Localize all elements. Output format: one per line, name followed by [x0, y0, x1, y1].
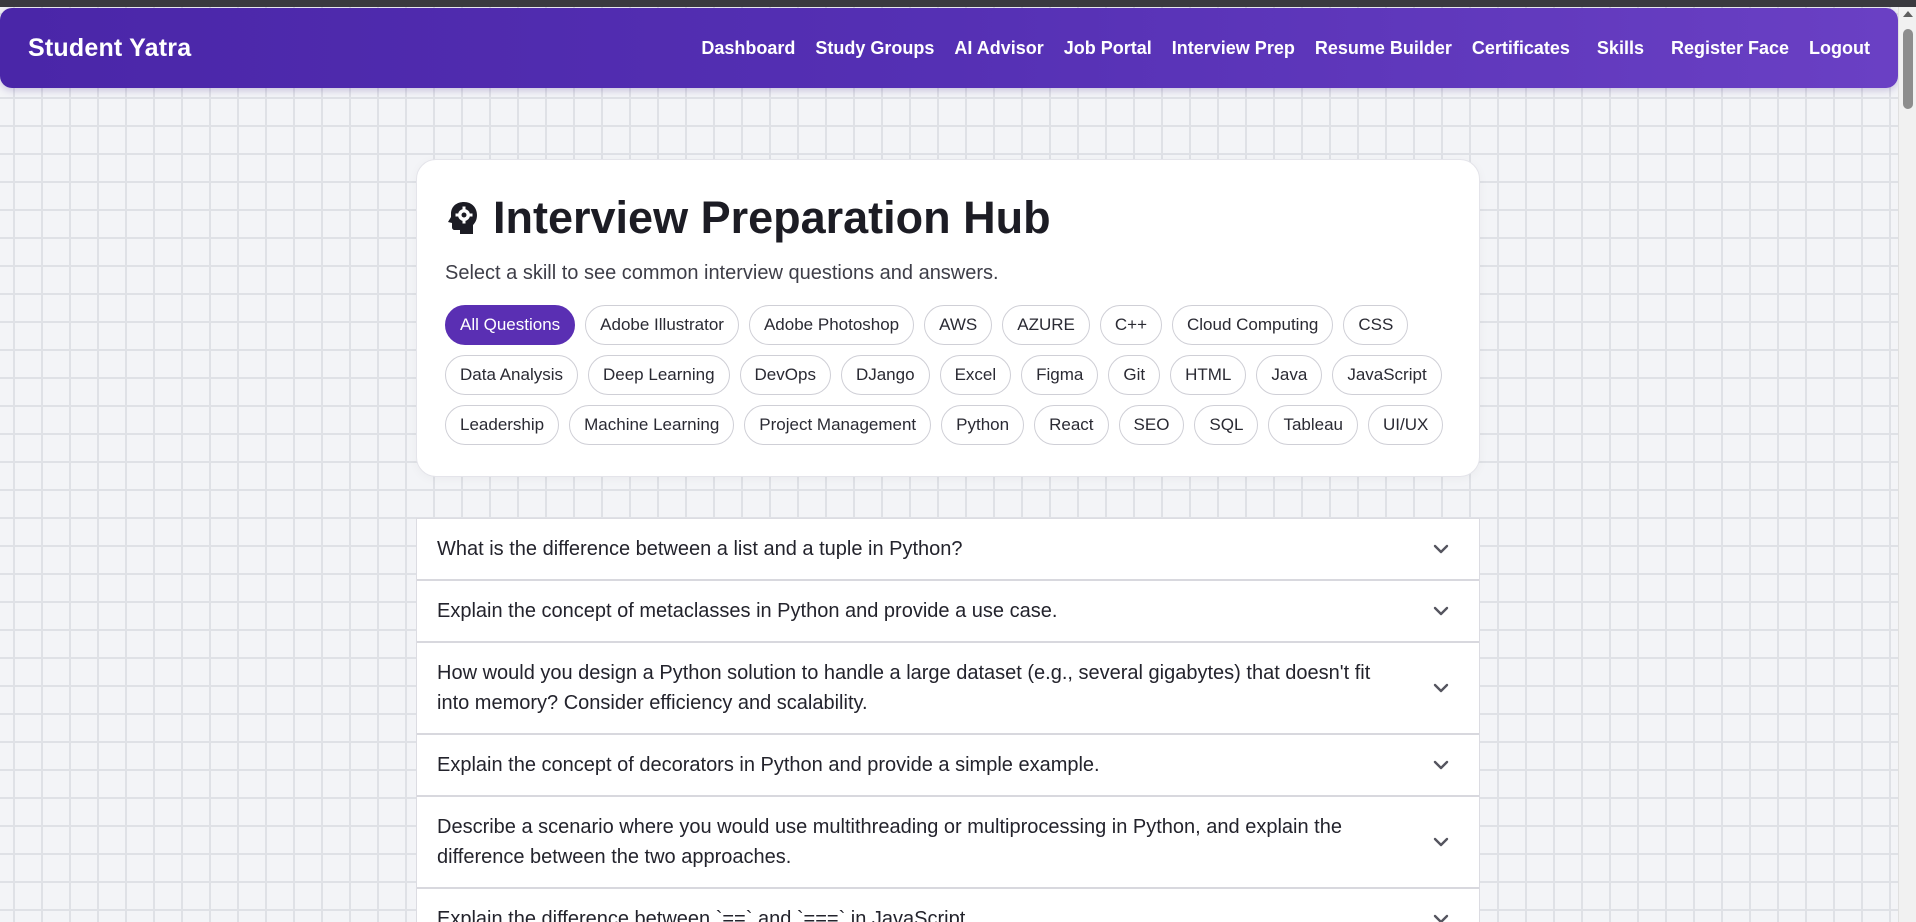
- brand-logo[interactable]: Student Yatra: [28, 34, 191, 63]
- skill-chip-c[interactable]: C++: [1099, 305, 1162, 345]
- question-item[interactable]: What is the difference between a list an…: [417, 519, 1479, 581]
- page-scrollbar[interactable]: [1898, 7, 1916, 922]
- nav-links: Dashboard Study Groups AI Advisor Job Po…: [681, 38, 1870, 59]
- skill-chip-tableau[interactable]: Tableau: [1268, 405, 1359, 445]
- top-navbar: Student Yatra Dashboard Study Groups AI …: [0, 8, 1898, 88]
- question-item[interactable]: Explain the concept of metaclasses in Py…: [417, 581, 1479, 643]
- nav-item-dashboard[interactable]: Dashboard: [701, 38, 795, 59]
- brain-gear-icon: [448, 202, 477, 234]
- skill-chip-leadership[interactable]: Leadership: [445, 405, 560, 445]
- chevron-down-icon[interactable]: [1433, 544, 1449, 554]
- skill-chip-css[interactable]: CSS: [1343, 305, 1409, 345]
- chevron-down-icon[interactable]: [1433, 914, 1449, 922]
- page-subtitle: Select a skill to see common interview q…: [445, 262, 999, 284]
- skill-chip-javascript[interactable]: JavaScript: [1332, 355, 1442, 395]
- question-text: What is the difference between a list an…: [437, 538, 963, 560]
- hub-title-row: Interview Preparation Hub: [445, 190, 1451, 246]
- skill-chip-html[interactable]: HTML: [1170, 355, 1247, 395]
- chevron-down-icon[interactable]: [1433, 837, 1449, 847]
- skill-chip-data-analysis[interactable]: Data Analysis: [445, 355, 578, 395]
- skill-chip-adobe-photoshop[interactable]: Adobe Photoshop: [748, 305, 915, 345]
- questions-accordion: What is the difference between a list an…: [416, 518, 1480, 922]
- nav-item-study-groups[interactable]: Study Groups: [815, 38, 934, 59]
- question-item[interactable]: Explain the concept of decorators in Pyt…: [417, 735, 1479, 797]
- skill-chip-aws[interactable]: AWS: [924, 305, 993, 345]
- chevron-down-icon[interactable]: [1433, 606, 1449, 616]
- nav-item-logout[interactable]: Logout: [1809, 38, 1870, 59]
- skill-chip-python[interactable]: Python: [941, 405, 1025, 445]
- skill-chip-django[interactable]: DJango: [840, 355, 930, 395]
- browser-top-strip: [0, 0, 1916, 7]
- skill-chip-cloud-computing[interactable]: Cloud Computing: [1172, 305, 1334, 345]
- skill-chip-devops[interactable]: DevOps: [739, 355, 831, 395]
- skill-chip-excel[interactable]: Excel: [939, 355, 1012, 395]
- nav-item-skills[interactable]: Skills: [1597, 38, 1644, 59]
- skill-chip-adobe-illustrator[interactable]: Adobe Illustrator: [585, 305, 739, 345]
- question-item[interactable]: Describe a scenario where you would use …: [417, 797, 1479, 889]
- skill-chip-figma[interactable]: Figma: [1021, 355, 1099, 395]
- nav-item-certificates[interactable]: Certificates: [1472, 38, 1570, 59]
- skill-filter-chips: All Questions Adobe Illustrator Adobe Phot…: [445, 305, 1455, 455]
- scroll-thumb[interactable]: [1903, 29, 1913, 109]
- chevron-down-icon[interactable]: [1433, 683, 1449, 693]
- skill-chip-ui-ux[interactable]: UI/UX: [1368, 405, 1444, 445]
- question-text: Explain the concept of metaclasses in Py…: [437, 600, 1058, 622]
- page-title: Interview Preparation Hub: [493, 192, 1051, 243]
- nav-item-ai-advisor[interactable]: AI Advisor: [954, 38, 1043, 59]
- question-item[interactable]: Explain the difference between `==` and …: [417, 889, 1479, 922]
- question-text: How would you design a Python solution t…: [437, 662, 1371, 714]
- nav-item-register-face[interactable]: Register Face: [1671, 38, 1789, 59]
- skill-chip-git[interactable]: Git: [1108, 355, 1161, 395]
- chevron-down-icon[interactable]: [1433, 760, 1449, 770]
- nav-item-job-portal[interactable]: Job Portal: [1064, 38, 1152, 59]
- question-text: Explain the concept of decorators in Pyt…: [437, 754, 1100, 776]
- question-item[interactable]: How would you design a Python solution t…: [417, 643, 1479, 735]
- question-text: Describe a scenario where you would use …: [437, 816, 1342, 868]
- skill-chip-azure[interactable]: AZURE: [1002, 305, 1090, 345]
- skill-chip-react[interactable]: React: [1034, 405, 1109, 445]
- skill-chip-machine-learning[interactable]: Machine Learning: [569, 405, 735, 445]
- skill-chip-seo[interactable]: SEO: [1118, 405, 1185, 445]
- skill-chip-java[interactable]: Java: [1256, 355, 1323, 395]
- skill-chip-all-questions[interactable]: All Questions: [445, 305, 576, 345]
- skill-chip-sql[interactable]: SQL: [1194, 405, 1259, 445]
- scroll-up-arrow-icon[interactable]: [1903, 11, 1913, 17]
- skill-chip-deep-learning[interactable]: Deep Learning: [588, 355, 730, 395]
- question-text: Explain the difference between `==` and …: [437, 908, 971, 922]
- interview-hub-card: Interview Preparation Hub Select a skill…: [416, 159, 1480, 477]
- nav-item-interview-prep[interactable]: Interview Prep: [1172, 38, 1295, 59]
- skill-chip-project-management[interactable]: Project Management: [744, 405, 932, 445]
- nav-item-resume-builder[interactable]: Resume Builder: [1315, 38, 1452, 59]
